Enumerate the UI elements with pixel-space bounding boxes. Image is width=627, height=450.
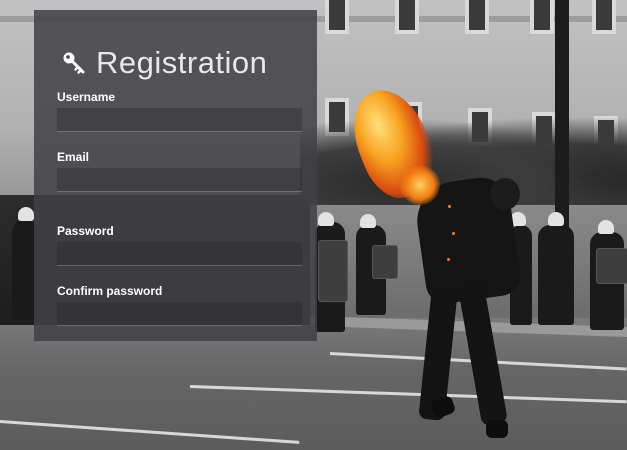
background-window [465,0,489,34]
username-label: Username [57,90,116,104]
background-helmet [18,207,34,221]
background-spark [447,258,450,261]
background-helmet [598,220,614,234]
background-window [592,0,616,34]
background-officer [538,225,574,325]
username-field-group: Username [57,90,302,132]
background-helmet [360,214,376,228]
password-field-group: Password [57,224,302,266]
confirm-password-label: Confirm password [57,284,163,298]
registration-header: Registration [62,45,267,81]
background-shield [372,245,398,279]
background-helmet [548,212,564,226]
background-shield [318,240,348,302]
page-title: Registration [96,45,268,80]
email-label: Email [57,150,90,164]
password-label: Password [57,224,114,238]
confirm-password-field-group: Confirm password [57,284,302,326]
background-window [530,0,554,34]
background-shoe [486,420,508,438]
background-helmet [318,212,334,226]
background-spark [452,232,455,235]
background-flame [400,165,440,205]
password-input[interactable] [57,242,302,266]
registration-panel: Registration Username Email Password Con… [34,10,317,341]
background-shield [596,248,627,284]
background-runner-head [490,178,520,210]
username-input[interactable] [57,108,302,132]
email-input[interactable] [57,168,302,192]
email-field-group: Email [57,150,302,192]
background-spark [448,205,451,208]
background-window [325,0,349,34]
key-icon [63,52,85,74]
background-window [395,0,419,34]
confirm-password-input[interactable] [57,302,302,326]
